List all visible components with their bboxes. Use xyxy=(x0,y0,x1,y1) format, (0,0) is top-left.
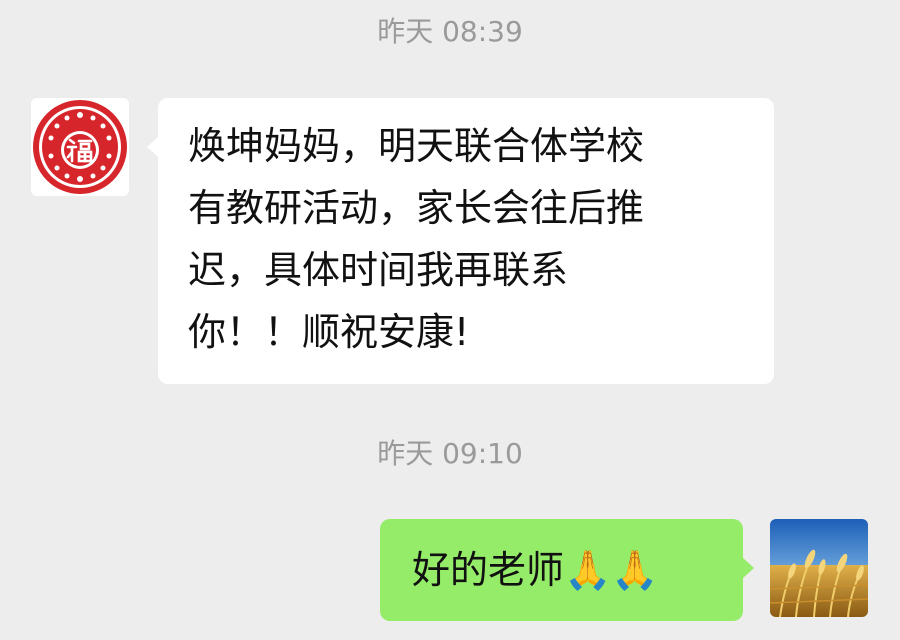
fu-papercut-icon xyxy=(31,98,129,196)
message-text-line: 有教研活动，家长会往后推 xyxy=(188,186,645,230)
outgoing-message-bubble[interactable]: 好的老师🙏🙏 xyxy=(380,519,754,621)
wheat-field-icon xyxy=(770,519,868,617)
message-text-line: 你！！顺祝安康! xyxy=(188,310,470,354)
message-text-line: 焕坤妈妈，明天联合体学校 xyxy=(188,124,645,168)
message-text-line: 迟，具体时间我再联系 xyxy=(188,248,569,292)
incoming-message-bubble[interactable]: 焕坤妈妈，明天联合体学校 有教研活动，家长会往后推 迟，具体时间我再联系 你！！… xyxy=(147,98,774,384)
message-timestamp: 昨天 08:39 xyxy=(377,15,523,48)
my-avatar[interactable] xyxy=(770,519,868,617)
message-timestamp: 昨天 09:10 xyxy=(377,437,523,470)
message-text: 好的老师🙏🙏 xyxy=(412,548,659,592)
contact-avatar[interactable] xyxy=(31,98,129,196)
